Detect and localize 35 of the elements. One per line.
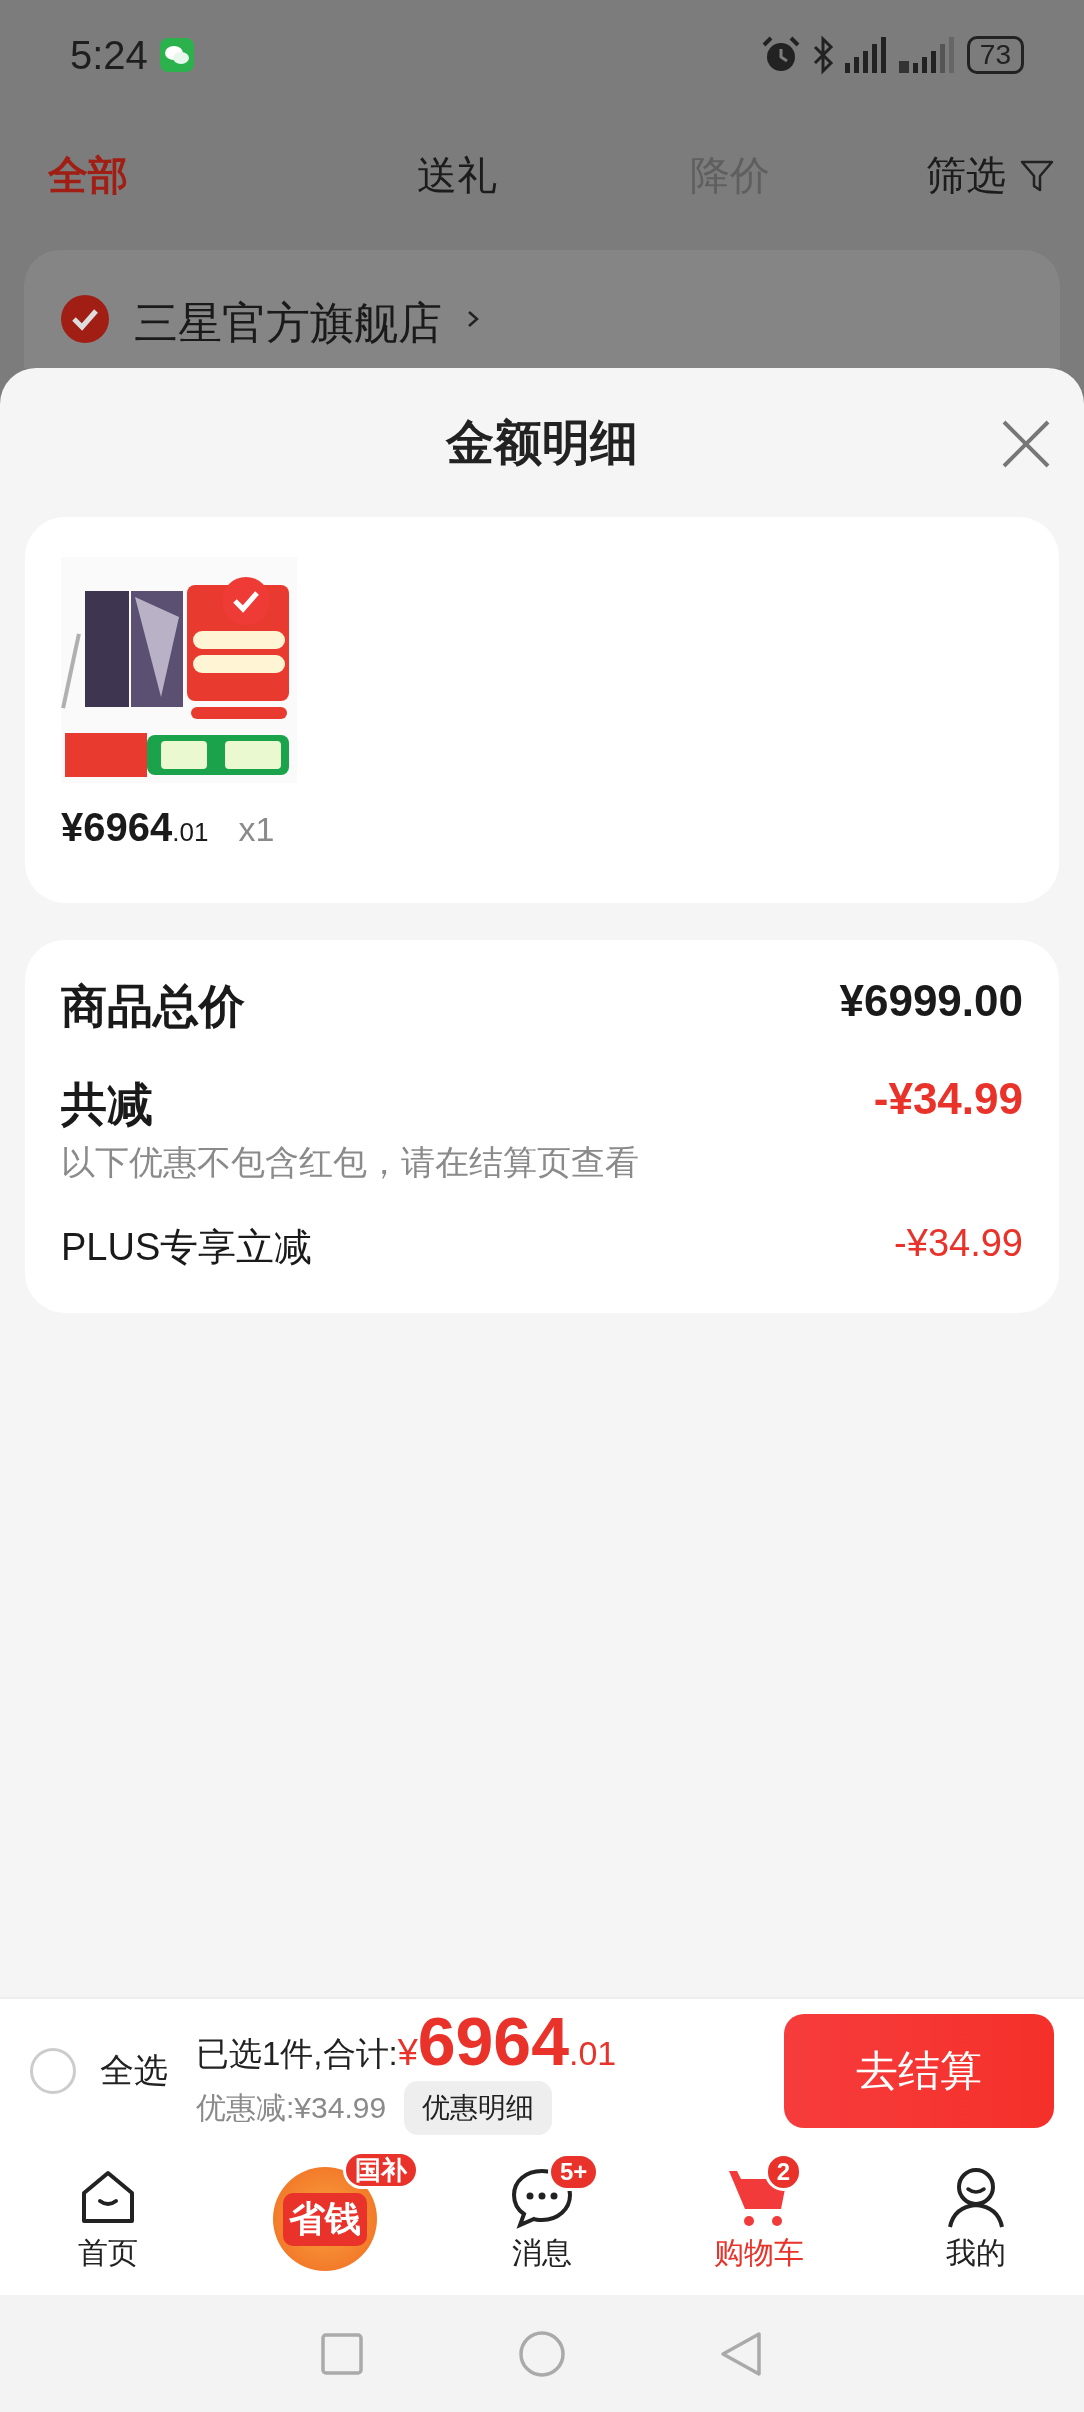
row-label: 商品总价: [61, 979, 245, 1034]
row-value: -¥34.99: [894, 1222, 1023, 1265]
home-circle-icon[interactable]: [517, 2328, 567, 2379]
nav-item[interactable]: 我的: [867, 2143, 1084, 2295]
battery-level: 73: [966, 36, 1024, 74]
nav-item[interactable]: 2 购物车: [650, 2143, 868, 2295]
row-value: -¥34.99: [873, 1074, 1023, 1124]
check-icon[interactable]: [60, 294, 110, 344]
promo-label: 省钱: [283, 2192, 368, 2246]
nav-item[interactable]: 首页: [0, 2143, 217, 2295]
filter-button[interactable]: 筛选: [926, 147, 1054, 203]
nav-item[interactable]: 5+ 消息: [433, 2143, 651, 2295]
row-value: ¥6999.00: [839, 976, 1023, 1026]
signal-icon: [844, 37, 889, 73]
discount-label: 优惠减:¥34.99: [196, 2089, 387, 2126]
sheet-title: 金额明细: [446, 415, 638, 471]
status-time: 5:24: [70, 32, 148, 78]
total-price: ¥6964.01: [397, 2007, 617, 2075]
discount-details-button[interactable]: 优惠明细: [404, 2081, 553, 2135]
product-quantity: x1: [238, 810, 275, 849]
chat-app-icon: [159, 38, 194, 72]
check-icon[interactable]: [222, 577, 270, 625]
nav-item[interactable]: 国补 省钱: [216, 2143, 434, 2295]
funnel-icon: [1020, 158, 1054, 192]
checkout-button[interactable]: 去结算: [784, 2014, 1054, 2128]
signal-icon: [898, 37, 957, 73]
select-all-radio[interactable]: [30, 2048, 76, 2094]
filter-tab[interactable]: 送礼: [320, 147, 594, 203]
row-label: 共减: [61, 1077, 154, 1132]
select-all-label: 全选: [100, 2050, 168, 2091]
row-label: PLUS专享立减: [61, 1225, 313, 1270]
product-price: ¥6964.01: [61, 805, 209, 850]
store-link[interactable]: 三星官方旗舰店: [134, 294, 442, 353]
row-note: 以下优惠不包含红包，请在结算页查看: [61, 1142, 639, 1183]
total-label: 已选1件,合计:: [196, 2034, 398, 2074]
